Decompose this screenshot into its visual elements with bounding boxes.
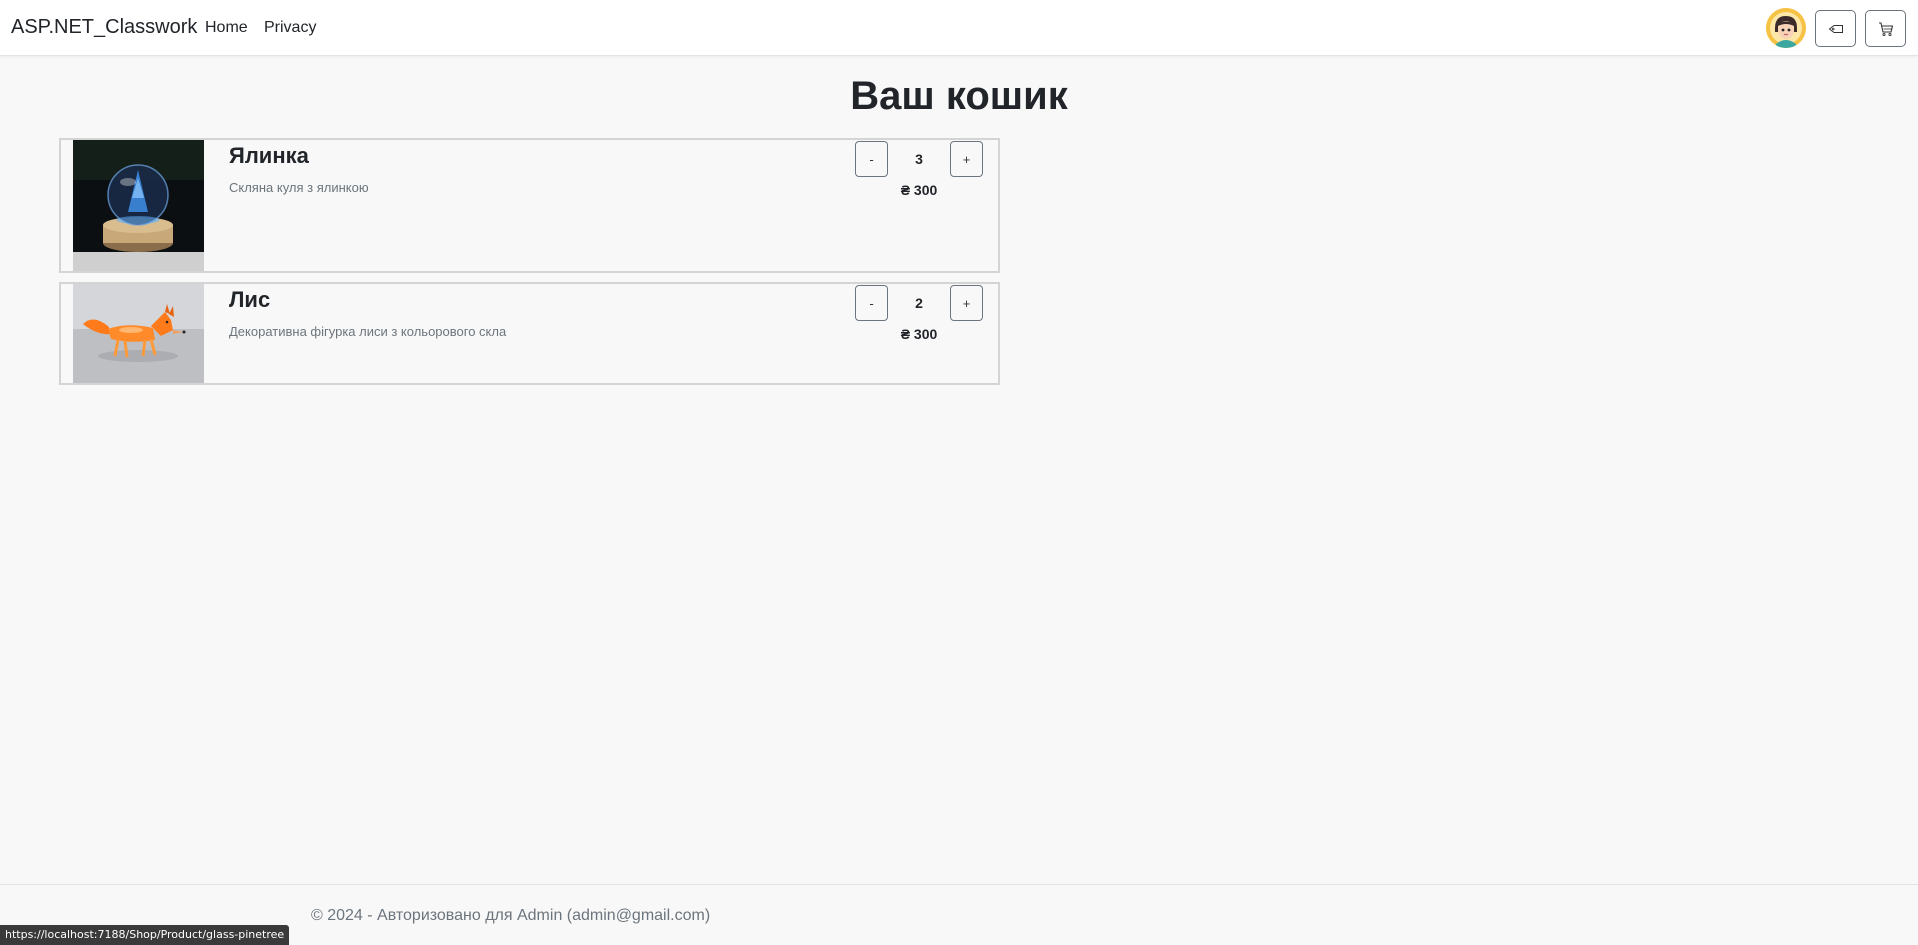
- product-description: Декоративна фігурка лиси з кольорового с…: [229, 324, 507, 339]
- nav-privacy-link[interactable]: Privacy: [264, 19, 316, 37]
- page-title: Ваш кошик: [850, 74, 1068, 118]
- product-image-fox[interactable]: [73, 284, 204, 383]
- cart-button[interactable]: [1865, 10, 1906, 47]
- product-description: Скляна куля з ялинкою: [229, 180, 369, 195]
- item-price: ₴ 300: [900, 326, 938, 342]
- product-name[interactable]: Лис: [229, 287, 270, 313]
- brand-link[interactable]: ASP.NET_Classwork: [11, 16, 197, 39]
- increase-quantity-button[interactable]: +: [950, 285, 983, 321]
- user-avatar[interactable]: [1766, 8, 1806, 48]
- quantity-value: 3: [915, 151, 923, 167]
- product-image-pinetree[interactable]: [73, 140, 204, 271]
- top-navbar: ASP.NET_Classwork Home Privacy: [0, 0, 1918, 56]
- footer-text: © 2024 - Авторизовано для Admin (admin@g…: [311, 907, 711, 924]
- decrease-quantity-button[interactable]: -: [855, 141, 888, 177]
- item-price: ₴ 300: [900, 182, 938, 198]
- product-name[interactable]: Ялинка: [229, 143, 309, 169]
- cart-item[interactable]: Лис Декоративна фігурка лиси з кольорово…: [59, 282, 1000, 385]
- decrease-quantity-button[interactable]: -: [855, 285, 888, 321]
- status-bar-url: https://localhost:7188/Shop/Product/glas…: [0, 925, 290, 945]
- avatar-icon: [1766, 8, 1806, 48]
- quantity-value: 2: [915, 295, 923, 311]
- cart-icon: [1878, 21, 1893, 36]
- cart-item[interactable]: Ялинка Скляна куля з ялинкою - 3 + ₴ 300: [59, 138, 1000, 273]
- increase-quantity-button[interactable]: +: [950, 141, 983, 177]
- glass-ball-image: [73, 140, 204, 271]
- tag-button[interactable]: [1815, 10, 1856, 47]
- tag-icon: [1828, 24, 1843, 33]
- nav-home-link[interactable]: Home: [205, 19, 248, 37]
- glass-fox-image: [73, 284, 204, 383]
